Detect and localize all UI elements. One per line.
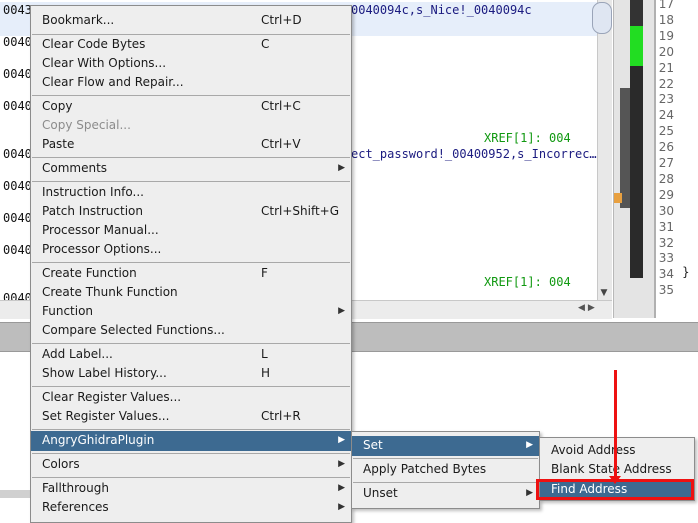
line-number: 35 — [658, 283, 674, 298]
line-number: 23 — [658, 92, 674, 107]
menu-item-processor-options[interactable]: Processor Options... — [31, 240, 351, 259]
submenu-arrow-icon: ▶ — [338, 502, 345, 512]
menu-item-set-register-values[interactable]: Set Register Values... Ctrl+R — [31, 407, 351, 426]
line-number: 20 — [658, 44, 674, 59]
listing-address[interactable]: 0040 — [3, 35, 32, 49]
menu-item-angryghidra-plugin[interactable]: AngryGhidraPlugin ▶ — [31, 431, 351, 451]
listing-address[interactable]: 0040 — [3, 147, 32, 161]
menu-item-instruction-info[interactable]: Instruction Info... — [31, 183, 351, 202]
line-number: 24 — [658, 108, 674, 123]
listing-address[interactable]: 0040 — [3, 99, 32, 113]
menu-separator — [32, 95, 350, 96]
submenu-arrow-icon: ▶ — [338, 459, 345, 469]
menu-item-clear-code-bytes[interactable]: Clear Code Bytes C — [31, 35, 351, 54]
menu-separator — [32, 262, 350, 263]
lower-scrollbar[interactable] — [0, 490, 30, 498]
submenu-arrow-icon: ▶ — [338, 435, 345, 445]
submenu-arrow-icon: ▶ — [338, 163, 345, 173]
menu-item-create-function[interactable]: Create Function F — [31, 264, 351, 283]
line-number: 30 — [658, 203, 674, 218]
annotation-arrow — [614, 370, 617, 480]
menu-separator — [353, 458, 538, 459]
scroll-left-right-icon[interactable]: ◀▶ — [578, 303, 598, 313]
menu-separator — [32, 477, 350, 478]
listing-address[interactable]: 0040 — [3, 67, 32, 81]
line-number: 27 — [658, 156, 674, 170]
overview-bar[interactable] — [613, 0, 654, 318]
menu-item-set[interactable]: Set ▶ — [352, 436, 539, 456]
listing-address[interactable]: 0040 — [3, 243, 32, 257]
line-number: 19 — [658, 28, 674, 43]
submenu-arrow-icon: ▶ — [526, 488, 533, 498]
xref-label[interactable]: XREF[1]: 004 — [484, 275, 571, 289]
menu-item-fallthrough[interactable]: Fallthrough ▶ — [31, 479, 351, 498]
line-number: 28 — [658, 171, 674, 186]
menu-item-clear-with-options[interactable]: Clear With Options... — [31, 54, 351, 73]
listing-operand-text[interactable]: 0040094c,s_Nice!_0040094c — [351, 3, 532, 17]
submenu-arrow-icon: ▶ — [526, 440, 533, 450]
menu-separator — [32, 429, 350, 430]
menu-item-copy[interactable]: Copy Ctrl+C — [31, 97, 351, 116]
menu-separator — [32, 343, 350, 344]
menu-item-bookmark[interactable]: Bookmark... Ctrl+D — [31, 11, 351, 30]
menu-item-compare-functions[interactable]: Compare Selected Functions... — [31, 321, 351, 340]
menu-item-colors[interactable]: Colors ▶ — [31, 455, 351, 474]
menu-item-patch-instruction[interactable]: Patch Instruction Ctrl+Shift+G — [31, 202, 351, 221]
listing-address[interactable]: 0040 — [3, 179, 32, 193]
menu-item-copy-special: Copy Special... — [42, 118, 131, 132]
menu-item-references[interactable]: References ▶ — [31, 498, 351, 517]
line-number: 22 — [658, 76, 674, 91]
menu-item-comments[interactable]: Comments ▶ — [31, 159, 351, 178]
line-number: 17 — [658, 0, 674, 11]
listing-address[interactable]: 0040 — [3, 211, 32, 225]
xref-label[interactable]: XREF[1]: 004 — [484, 131, 571, 145]
line-number: 18 — [658, 12, 674, 27]
submenu-arrow-icon: ▶ — [338, 483, 345, 493]
menu-item-add-label[interactable]: Add Label... L — [31, 345, 351, 364]
menu-separator — [353, 482, 538, 483]
menu-item-clear-register-values[interactable]: Clear Register Values... — [31, 388, 351, 407]
line-number: 34 — [658, 267, 674, 282]
line-number: 25 — [658, 124, 674, 139]
angryghidra-submenu: Set ▶ Apply Patched Bytes Unset ▶ — [351, 431, 540, 509]
decompiler-pane[interactable]: 17 18 19 20 21 22 23 24 25 26 27 28 29 30 31 32 33 34 35 } — [654, 0, 698, 318]
vertical-scrollbar[interactable] — [597, 0, 612, 300]
listing-operand-text[interactable]: ect_password!_00400952,s_Incorrec… — [351, 147, 597, 161]
menu-item-apply-patched-bytes[interactable]: Apply Patched Bytes — [352, 460, 539, 479]
line-number: 29 — [658, 187, 674, 202]
menu-item-unset[interactable]: Unset ▶ — [352, 484, 539, 503]
listing-address[interactable]: 0043 — [3, 3, 32, 17]
menu-separator — [32, 181, 350, 182]
menu-item-create-thunk-function[interactable]: Create Thunk Function — [31, 283, 351, 302]
line-number: 31 — [658, 219, 674, 234]
menu-item-clear-flow-repair[interactable]: Clear Flow and Repair... — [31, 73, 351, 92]
menu-separator — [32, 157, 350, 158]
scrollbar-thumb[interactable] — [592, 2, 612, 34]
code-brace: } — [682, 265, 690, 279]
menu-item-show-label-history[interactable]: Show Label History... H — [31, 364, 351, 383]
annotation-highlight-box — [536, 479, 694, 500]
menu-item-processor-manual[interactable]: Processor Manual... — [31, 221, 351, 240]
line-number: 26 — [658, 140, 674, 155]
menu-item-function[interactable]: Function ▶ — [31, 302, 351, 321]
menu-item-paste[interactable]: Paste Ctrl+V — [31, 135, 351, 154]
context-menu: Bookmark... Ctrl+D Clear Code Bytes C Clea… — [30, 5, 352, 523]
menu-separator — [32, 453, 350, 454]
line-number: 21 — [658, 60, 674, 75]
menu-item-avoid-address[interactable]: Avoid Address — [540, 441, 694, 460]
submenu-arrow-icon: ▶ — [338, 306, 345, 316]
line-number: 33 — [658, 251, 674, 266]
scroll-down-icon[interactable]: ▼ — [597, 286, 611, 300]
menu-separator — [32, 386, 350, 387]
line-number: 32 — [658, 235, 674, 250]
